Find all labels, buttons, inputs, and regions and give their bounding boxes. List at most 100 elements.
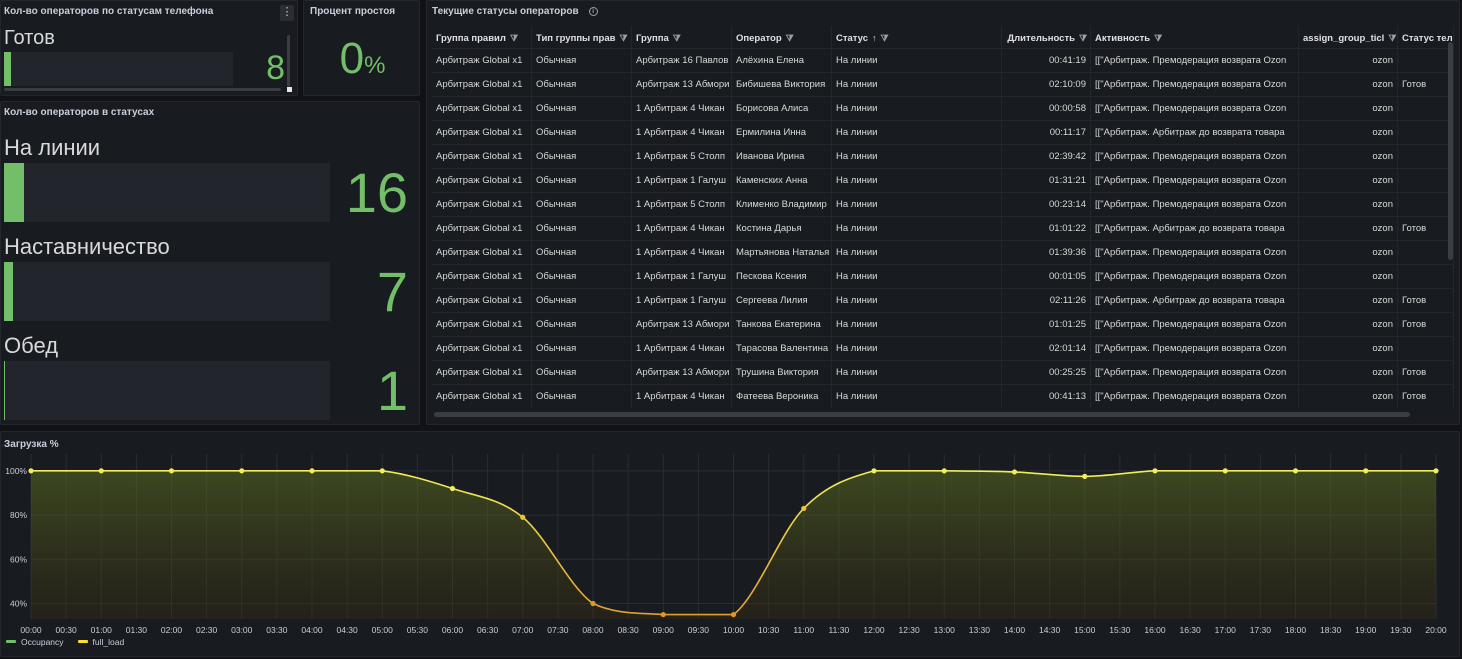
table-row[interactable]: Арбитраж Global x1 Обычная 1 Арбитраж 5 Ст… <box>432 192 1454 217</box>
cell-duration: 01:01:22 <box>1002 217 1091 241</box>
cell-group-type: Обычная <box>532 169 632 193</box>
panel-menu-icon[interactable]: ⋮ <box>280 5 294 21</box>
cell-operator: Пескова Ксения <box>732 265 832 289</box>
cell-rule-group: Арбитраж Global x1 <box>432 361 532 385</box>
filter-icon[interactable]: ⧩ <box>1388 26 1396 50</box>
cell-rule-group: Арбитраж Global x1 <box>432 217 532 241</box>
cell-operator: Тарасова Валентина <box>732 337 832 361</box>
cell-phone-status <box>1398 49 1454 73</box>
filter-icon[interactable]: ⧩ <box>1154 26 1162 50</box>
table-row[interactable]: Арбитраж Global x1 Обычная 1 Арбитраж 4 Чи… <box>432 240 1454 265</box>
table-row[interactable]: Арбитраж Global x1 Обычная Арбитраж 13 Абм… <box>432 360 1454 385</box>
cell-phone-status <box>1398 145 1454 169</box>
legend-item-full-load[interactable]: full_load <box>77 637 124 647</box>
cell-assign-group: ozon <box>1299 241 1398 265</box>
panel-title: Кол-во операторов по статусам телефона <box>4 6 214 17</box>
cell-activity: [["Арбитраж. Премодерация возврата Ozon <box>1091 361 1299 385</box>
table-row[interactable]: Арбитраж Global x1 Обычная 1 Арбитраж 4 Чи… <box>432 96 1454 121</box>
cell-phone-status <box>1398 97 1454 121</box>
bar-gauge-fill <box>4 262 14 321</box>
table-row[interactable]: Арбитраж Global x1 Обычная Арбитраж 13 Абм… <box>432 312 1454 337</box>
cell-operator: Танкова Екатерина <box>732 313 832 337</box>
cell-group-type: Обычная <box>532 217 632 241</box>
column-header-group-type[interactable]: Тип группы прав ⧩ <box>532 26 632 50</box>
cell-operator: Костина Дарья <box>732 217 832 241</box>
cell-status: На линии <box>832 217 1002 241</box>
cell-group: 1 Арбитраж 4 Чикан <box>632 385 732 408</box>
cell-group: Арбитраж 13 Абмори <box>632 313 732 337</box>
panel-title: Текущие статусы операторов i <box>432 6 598 17</box>
cell-activity: [["Арбитраж. Арбитраж до возврата товара <box>1091 121 1299 145</box>
filter-icon[interactable]: ⧩ <box>673 26 681 50</box>
cell-assign-group: ozon <box>1299 169 1398 193</box>
cell-rule-group: Арбитраж Global x1 <box>432 73 532 97</box>
horizontal-scrollbar[interactable] <box>4 88 281 91</box>
info-icon[interactable]: i <box>588 7 598 16</box>
cell-assign-group: ozon <box>1299 145 1398 169</box>
chart-legend: Occupancy full_load <box>6 637 124 647</box>
column-header-duration[interactable]: Длительность ⧩ <box>1002 26 1091 50</box>
cell-rule-group: Арбитраж Global x1 <box>432 121 532 145</box>
cell-group: Арбитраж 13 Абмори <box>632 361 732 385</box>
cell-duration: 00:01:05 <box>1002 265 1091 289</box>
bar-value-on-line: 16 <box>345 161 408 224</box>
table-row[interactable]: Арбитраж Global x1 Обычная Арбитраж 16 Пав… <box>432 48 1454 73</box>
cell-operator: Клименко Владимир <box>732 193 832 217</box>
cell-assign-group: ozon <box>1299 217 1398 241</box>
filter-icon[interactable]: ⧩ <box>1079 26 1087 50</box>
column-header-group[interactable]: Группа ⧩ <box>632 26 732 50</box>
cell-status: На линии <box>832 385 1002 408</box>
bar-value: 8 <box>266 49 285 87</box>
cell-assign-group: ozon <box>1299 265 1398 289</box>
cell-group: 1 Арбитраж 1 Галуш <box>632 289 732 313</box>
cell-duration: 02:39:42 <box>1002 145 1091 169</box>
filter-icon[interactable]: ⧩ <box>881 26 889 50</box>
cell-activity: [["Арбитраж. Премодерация возврата Ozon <box>1091 49 1299 73</box>
panel-title: Процент простоя <box>310 6 396 17</box>
column-header-label: Группа правил <box>436 33 506 44</box>
table-row[interactable]: Арбитраж Global x1 Обычная 1 Арбитраж 4 Чи… <box>432 120 1454 145</box>
table-horizontal-scrollbar[interactable] <box>434 412 1410 417</box>
legend-item-occupancy[interactable]: Occupancy <box>6 637 64 647</box>
filter-icon[interactable]: ⧩ <box>510 26 518 50</box>
vertical-scrollbar[interactable] <box>287 35 290 87</box>
cell-operator: Мартьянова Наталья <box>732 241 832 265</box>
column-header-label: Тип группы прав <box>536 33 616 44</box>
bar-gauge-lunch <box>4 361 330 420</box>
column-header-activity[interactable]: Активность ⧩ <box>1091 26 1299 50</box>
column-header-assign-group[interactable]: assign_group_ticl ⧩ <box>1299 26 1398 50</box>
table-row[interactable]: Арбитраж Global x1 Обычная 1 Арбитраж 1 Га… <box>432 288 1454 313</box>
cell-group: Арбитраж 13 Абмори <box>632 73 732 97</box>
cell-group-type: Обычная <box>532 385 632 408</box>
table-row[interactable]: Арбитраж Global x1 Обычная 1 Арбитраж 5 Ст… <box>432 144 1454 169</box>
column-header-operator[interactable]: Оператор ⧩ <box>732 26 832 50</box>
panel-title-text: Текущие статусы операторов <box>432 6 579 17</box>
idle-percent-value: 0 <box>339 34 365 83</box>
table-row[interactable]: Арбитраж Global x1 Обычная 1 Арбитраж 1 Га… <box>432 168 1454 193</box>
cell-operator: Иванова Ирина <box>732 145 832 169</box>
load-chart-panel: Загрузка % <box>0 431 1460 657</box>
table-row[interactable]: Арбитраж Global x1 Обычная Арбитраж 13 Абм… <box>432 72 1454 97</box>
bar-label-lunch: Обед <box>4 333 59 358</box>
table-row[interactable]: Арбитраж Global x1 Обычная 1 Арбитраж 4 Чи… <box>432 216 1454 241</box>
column-header-phone-status[interactable]: Статус теле⧩ <box>1398 26 1454 50</box>
sort-ascending-icon[interactable]: ↑ <box>872 26 877 50</box>
table-row[interactable]: Арбитраж Global x1 Обычная 1 Арбитраж 4 Чи… <box>432 336 1454 361</box>
cell-activity: [["Арбитраж. Премодерация возврата Ozon <box>1091 337 1299 361</box>
table-row[interactable]: Арбитраж Global x1 Обычная 1 Арбитраж 1 Га… <box>432 264 1454 289</box>
column-header-label: Оператор <box>736 33 782 44</box>
table-vertical-scrollbar[interactable] <box>1448 42 1453 260</box>
column-header-status[interactable]: Статус ↑ ⧩ <box>832 26 1002 50</box>
cell-activity: [["Арбитраж. Арбитраж до возврата товара <box>1091 217 1299 241</box>
cell-assign-group: ozon <box>1299 385 1398 408</box>
cell-phone-status <box>1398 241 1454 265</box>
filter-icon[interactable]: ⧩ <box>619 26 627 50</box>
cell-operator: Ермилина Инна <box>732 121 832 145</box>
filter-icon[interactable]: ⧩ <box>786 26 794 50</box>
legend-label: Occupancy <box>21 637 64 647</box>
cell-group: 1 Арбитраж 4 Чикан <box>632 337 732 361</box>
cell-group-type: Обычная <box>532 97 632 121</box>
table-row[interactable]: Арбитраж Global x1 Обычная 1 Арбитраж 4 Чи… <box>432 384 1454 408</box>
cell-status: На линии <box>832 73 1002 97</box>
column-header-rule-group[interactable]: Группа правил ⧩ <box>432 26 532 50</box>
